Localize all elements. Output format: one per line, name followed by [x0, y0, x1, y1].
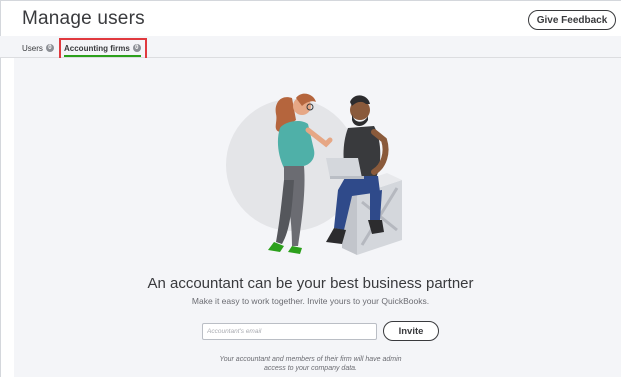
accountant-email-input[interactable] [202, 323, 377, 340]
tab-accounting-firms[interactable]: Accounting firms 0 [64, 40, 141, 57]
promo-headline: An accountant can be your best business … [147, 275, 474, 292]
access-footnote: Your accountant and members of their fir… [0, 355, 621, 373]
page-title: Manage users [22, 8, 145, 29]
accountant-partner-illustration [226, 93, 402, 255]
tab-accounting-firms-label: Accounting firms [64, 43, 130, 53]
promo-subtext: Make it easy to work together. Invite yo… [191, 296, 430, 306]
tab-users-label: Users [22, 43, 43, 53]
access-footnote-line-2: access to your company data. [264, 365, 357, 372]
page-header: Manage users Give Feedback [0, 0, 621, 36]
tab-accounting-firms-count-badge: 0 [132, 44, 141, 52]
invite-button[interactable]: Invite [383, 321, 439, 341]
give-feedback-button[interactable]: Give Feedback [528, 10, 616, 30]
access-footnote-line-1: Your accountant and members of their fir… [219, 356, 402, 363]
tab-users-count-badge: 0 [45, 44, 54, 52]
tab-users[interactable]: Users 0 [22, 40, 54, 56]
tab-bar: Users 0 Accounting firms 0 [0, 36, 621, 58]
